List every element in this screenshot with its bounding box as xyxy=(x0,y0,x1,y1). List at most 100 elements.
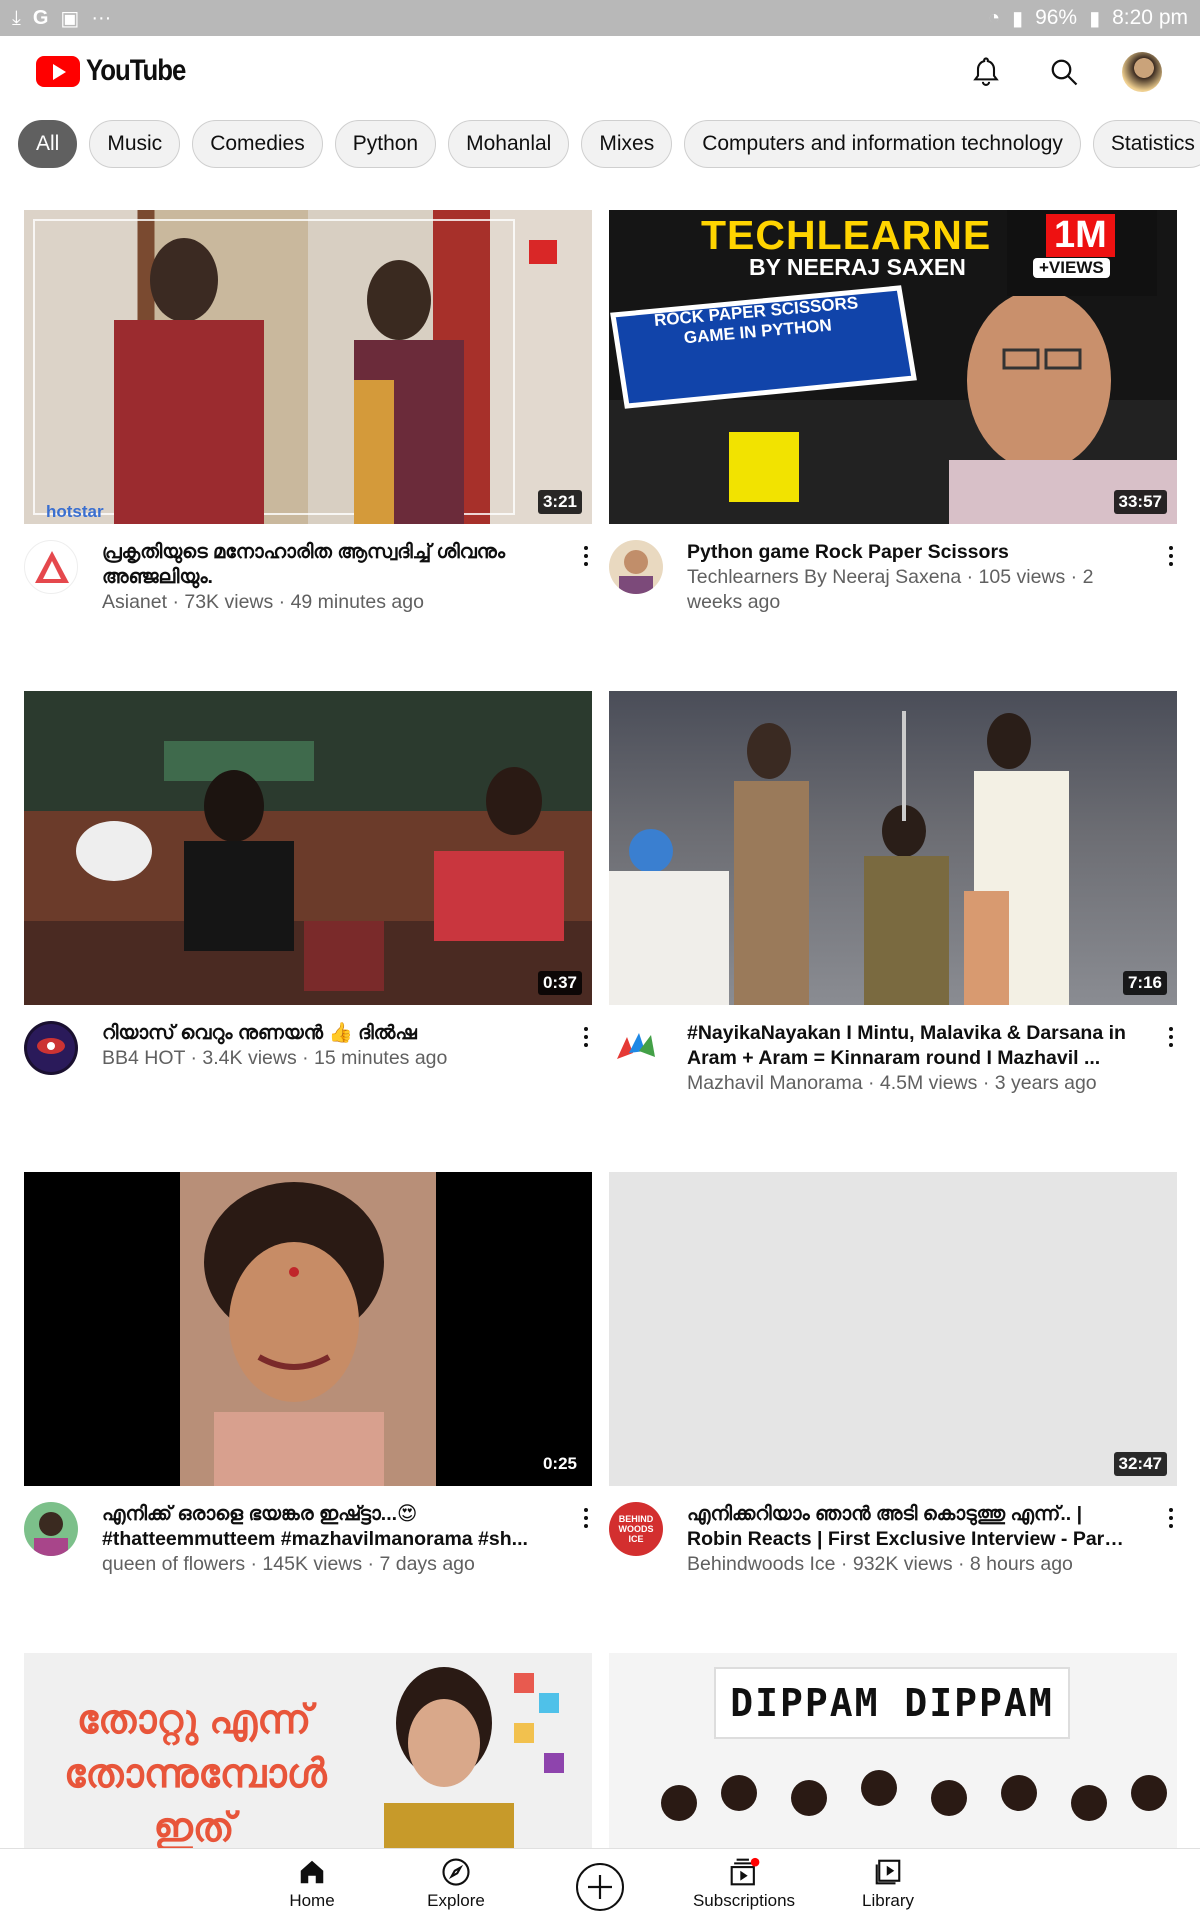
youtube-logo[interactable]: YouTube xyxy=(36,54,201,88)
nav-home[interactable]: Home xyxy=(242,1857,382,1911)
video-meta: Asianet · 73K views · 49 minutes ago xyxy=(102,591,424,613)
wifi-icon: ◔ xyxy=(987,6,1001,29)
home-icon xyxy=(300,1860,324,1884)
video-thumbnail[interactable]: 0:25 xyxy=(24,1172,592,1486)
behindwoods-logo-text: BEHIND WOODS ICE xyxy=(618,1514,654,1544)
video-duration: 7:16 xyxy=(1122,971,1167,995)
video-card[interactable]: 0:37 റിയാസ് വെറും നുണയൻ 👍 ദിൽഷ BB4 HOT ·… xyxy=(24,691,592,1115)
add-icon xyxy=(576,1863,624,1911)
nav-subscriptions[interactable]: Subscriptions xyxy=(674,1857,814,1911)
video-title[interactable]: Python game Rock Paper Scissors xyxy=(687,540,1127,565)
more-options-button[interactable] xyxy=(1165,544,1177,568)
library-icon xyxy=(875,1859,901,1885)
thumb-subheadline: BY NEERAJ SAXEN xyxy=(749,254,966,280)
channel-avatar-icon xyxy=(619,550,653,594)
more-options-button[interactable] xyxy=(580,1506,592,1530)
more-options-button[interactable] xyxy=(580,1025,592,1049)
create-button[interactable] xyxy=(572,1859,628,1915)
clock: 8:20 pm xyxy=(1112,6,1188,29)
filter-chips: All Music Comedies Python Mohanlal Mixes… xyxy=(18,120,1200,168)
thumbnail-art xyxy=(180,1172,436,1486)
google-icon: G xyxy=(32,6,49,29)
video-title[interactable]: എനിക്കറിയാം ഞാൻ അടി കൊടുത്തു എന്ന്.. | R… xyxy=(687,1502,1127,1552)
video-thumbnail[interactable]: 32:47 xyxy=(609,1172,1177,1486)
nav-explore[interactable]: Explore xyxy=(386,1857,526,1911)
search-icon xyxy=(1051,59,1078,86)
more-options-button[interactable] xyxy=(1165,1025,1177,1049)
video-meta: Techlearners By Neeraj Saxena · 105 view… xyxy=(687,566,1094,613)
nav-library[interactable]: Library xyxy=(818,1857,958,1911)
thumb-headline: TECHLEARNE xyxy=(701,212,992,258)
eye-logo-icon xyxy=(27,1024,75,1072)
video-duration: 0:37 xyxy=(537,971,582,995)
subscriptions-icon xyxy=(730,1857,760,1886)
more-options-button[interactable] xyxy=(580,544,592,568)
battery-icon: ▮ xyxy=(1089,7,1101,30)
video-card[interactable]: 0:25 എനിക്ക് ഒരാളെ ഭയങ്കര ഇഷ്ട്ടാ...😍 #t… xyxy=(24,1172,592,1596)
channel-avatar[interactable] xyxy=(24,540,78,594)
more-options-button[interactable] xyxy=(1165,1506,1177,1530)
chip-computers[interactable]: Computers and information technology xyxy=(684,120,1081,168)
mazhavil-logo-icon xyxy=(617,1033,655,1059)
signal-icon: ▮ xyxy=(1012,7,1024,30)
nav-library-label: Library xyxy=(862,1891,914,1910)
video-thumbnail[interactable]: 0:37 xyxy=(24,691,592,1005)
avatar xyxy=(1122,52,1162,92)
video-meta: Behindwoods Ice · 932K views · 8 hours a… xyxy=(687,1553,1073,1575)
gallery-icon: ▣ xyxy=(60,7,80,30)
nav-home-label: Home xyxy=(289,1891,335,1910)
chip-all[interactable]: All xyxy=(18,120,78,168)
thumbnail-art xyxy=(24,691,592,1005)
nav-subscriptions-label: Subscriptions xyxy=(692,1891,796,1910)
chip-mixes[interactable]: Mixes xyxy=(581,120,673,168)
video-card[interactable]: 32:47 BEHIND WOODS ICE എനിക്കറിയാം ഞാൻ അ… xyxy=(609,1172,1177,1596)
battery-percent: 96% xyxy=(1035,6,1078,29)
channel-avatar[interactable] xyxy=(609,540,663,594)
thumbnail-art xyxy=(33,219,557,524)
youtube-play-icon xyxy=(36,55,80,87)
video-duration: 33:57 xyxy=(1113,490,1167,514)
video-duration: 32:47 xyxy=(1113,1452,1167,1476)
video-meta: BB4 HOT · 3.4K views · 15 minutes ago xyxy=(102,1047,448,1069)
channel-avatar[interactable] xyxy=(24,1502,78,1556)
asianet-logo-icon xyxy=(35,551,69,583)
chip-statistics[interactable]: Statistics xyxy=(1092,120,1200,168)
status-bar: ⤓ G ▣ ··· ◔ ▮ 96% ▮ 8:20 pm xyxy=(0,0,1200,36)
notifications-button[interactable] xyxy=(964,50,1008,94)
video-meta: Mazhavil Manorama · 4.5M views · 3 years… xyxy=(687,1072,1097,1094)
video-card[interactable]: hotstar 3:21 പ്രകൃതിയുടെ മനോഹാരിത ആസ്വദി… xyxy=(24,210,592,634)
chip-music[interactable]: Music xyxy=(89,120,181,168)
channel-avatar-icon xyxy=(34,1512,68,1556)
video-title[interactable]: പ്രകൃതിയുടെ മനോഹാരിത ആസ്വദിച്ച് ശിവനും അ… xyxy=(102,540,542,590)
video-title[interactable]: എനിക്ക് ഒരാളെ ഭയങ്കര ഇഷ്ട്ടാ...😍 #thatte… xyxy=(102,1502,542,1552)
thumb-badge: 1M xyxy=(1046,214,1115,257)
chip-mohanlal[interactable]: Mohanlal xyxy=(448,120,570,168)
bottom-navigation: Home Explore Subscriptions Library xyxy=(0,1848,1200,1920)
account-button[interactable] xyxy=(1120,50,1164,94)
video-meta: queen of flowers · 145K views · 7 days a… xyxy=(102,1553,475,1575)
channel-avatar[interactable] xyxy=(24,1021,78,1075)
thumbnail-art xyxy=(609,711,1069,1005)
channel-avatar[interactable] xyxy=(609,1021,663,1075)
compass-icon xyxy=(442,1858,470,1886)
logo-text: YouTube xyxy=(86,54,186,87)
chip-comedies[interactable]: Comedies xyxy=(192,120,323,168)
chip-python[interactable]: Python xyxy=(334,120,437,168)
channel-avatar[interactable]: BEHIND WOODS ICE xyxy=(609,1502,663,1556)
search-button[interactable] xyxy=(1042,50,1086,94)
video-title[interactable]: #NayikaNayakan I Mintu, Malavika & Darsa… xyxy=(687,1021,1127,1071)
video-card[interactable]: 7:16 #NayikaNayakan I Mintu, Malavika & … xyxy=(609,691,1177,1115)
video-card[interactable]: TECHLEARNE BY NEERAJ SAXEN ROCK PAPER SC… xyxy=(609,210,1177,634)
thumb-badge-sub: +VIEWS xyxy=(1033,258,1110,278)
video-duration: 0:25 xyxy=(537,1452,582,1476)
video-title[interactable]: റിയാസ് വെറും നുണയൻ 👍 ദിൽഷ xyxy=(102,1021,542,1046)
more-notifications-icon: ··· xyxy=(91,6,112,29)
video-thumbnail[interactable]: 7:16 xyxy=(609,691,1177,1005)
video-thumbnail[interactable]: hotstar 3:21 xyxy=(24,210,592,524)
video-thumbnail[interactable]: TECHLEARNE BY NEERAJ SAXEN ROCK PAPER SC… xyxy=(609,210,1177,524)
app-header: YouTube xyxy=(0,36,1200,110)
video-duration: 3:21 xyxy=(537,490,582,514)
hotstar-watermark: hotstar xyxy=(46,502,104,521)
bell-icon xyxy=(973,57,999,86)
nav-explore-label: Explore xyxy=(427,1891,485,1910)
